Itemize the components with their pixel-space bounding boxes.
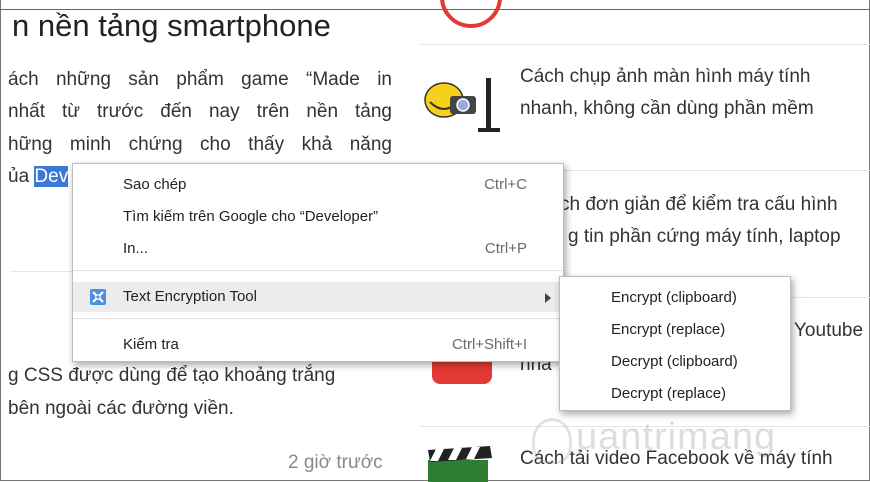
encryption-submenu: Encrypt (clipboard) Encrypt (replace) De… xyxy=(559,276,791,411)
article-line-1: ách những sản phẩm game “Made in xyxy=(8,69,392,90)
menu-item-print[interactable]: In... Ctrl+P xyxy=(73,234,563,264)
submenu-item-label: Encrypt (replace) xyxy=(611,321,726,338)
submenu-item-label: Decrypt (clipboard) xyxy=(611,353,738,370)
submenu-item-encrypt-replace[interactable]: Encrypt (replace) xyxy=(560,315,790,345)
menu-item-search-google[interactable]: Tìm kiếm trên Google cho “Developer” xyxy=(73,202,563,232)
article-line-4-prefix: ủa xyxy=(8,166,35,187)
article-lower-line-1: g CSS được dùng để tạo khoảng trắng xyxy=(8,365,336,386)
submenu-item-label: Decrypt (replace) xyxy=(611,385,727,402)
menu-item-shortcut: Ctrl+Shift+I xyxy=(451,336,527,353)
news-item-2-line-1[interactable]: ch đơn giản để kiểm tra cấu hình xyxy=(560,189,838,221)
submenu-item-encrypt-clipboard[interactable]: Encrypt (clipboard) xyxy=(560,283,790,313)
article-title: n nền tảng smartphone xyxy=(12,8,331,43)
menu-item-shortcut: Ctrl+C xyxy=(484,176,527,193)
submenu-item-label: Encrypt (clipboard) xyxy=(611,289,737,306)
news-item-1-line-1[interactable]: Cách chụp ảnh màn hình máy tính xyxy=(520,61,810,93)
news-item-3-line-1[interactable]: Youtube xyxy=(794,315,863,347)
news-item-2-line-2[interactable]: g tin phần cứng máy tính, laptop xyxy=(568,221,841,253)
context-menu: Sao chép Ctrl+C Tìm kiếm trên Google cho… xyxy=(72,163,564,362)
menu-item-label: Kiểm tra xyxy=(123,336,179,353)
menu-item-label: In... xyxy=(123,240,149,257)
menu-separator xyxy=(73,318,563,319)
submenu-item-decrypt-replace[interactable]: Decrypt (replace) xyxy=(560,379,790,409)
menu-item-label: Text Encryption Tool xyxy=(123,288,257,305)
menu-separator xyxy=(73,270,563,271)
watermark: uantrimang xyxy=(532,410,832,466)
lightbulb-icon xyxy=(532,418,572,464)
menu-item-label: Tìm kiếm trên Google cho “Developer” xyxy=(123,208,379,225)
news-item-1-line-2[interactable]: nhanh, không cần dùng phần mềm xyxy=(520,93,814,125)
menu-item-inspect[interactable]: Kiểm tra Ctrl+Shift+I xyxy=(73,330,563,360)
youtube-icon[interactable] xyxy=(432,362,492,384)
camera-computer-icon[interactable] xyxy=(420,72,502,138)
selected-text[interactable]: Dev xyxy=(34,166,69,187)
clapperboard-icon[interactable] xyxy=(424,446,496,482)
chevron-right-icon xyxy=(545,293,551,303)
extension-icon xyxy=(90,289,106,305)
submenu-item-decrypt-clipboard[interactable]: Decrypt (clipboard) xyxy=(560,347,790,377)
news-divider xyxy=(420,44,870,45)
menu-item-label: Sao chép xyxy=(123,176,187,193)
article-line-3: hững minh chứng cho thấy khả năng xyxy=(8,134,392,155)
article-lower-line-2: bên ngoài các đường viền. xyxy=(8,398,234,419)
article-line-2: nhất từ trước đến nay trên nền tảng xyxy=(8,101,392,122)
watermark-text: uantrimang xyxy=(576,416,777,458)
time-ago: 2 giờ trước xyxy=(288,452,383,473)
menu-item-copy[interactable]: Sao chép Ctrl+C xyxy=(73,170,563,200)
menu-item-text-encryption-tool[interactable]: Text Encryption Tool xyxy=(73,282,563,312)
menu-item-shortcut: Ctrl+P xyxy=(484,240,527,257)
